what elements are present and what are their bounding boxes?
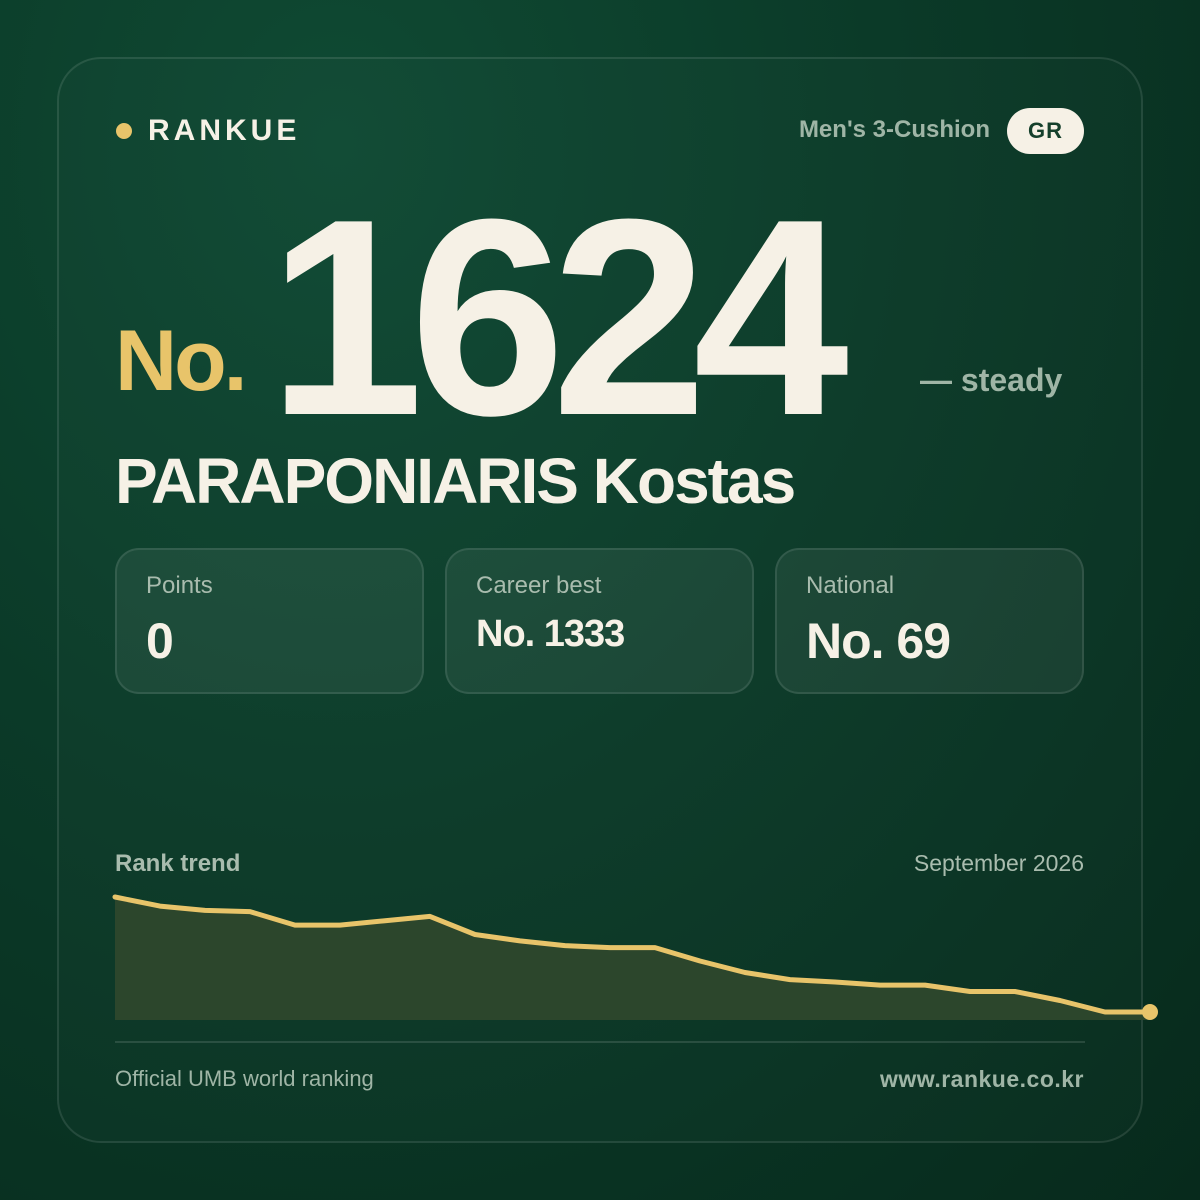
stat-card-points: Points 0 (115, 548, 424, 694)
rank-prefix: No. (115, 313, 248, 409)
country-badge: GR (1007, 108, 1084, 154)
stat-label: Points (146, 572, 213, 599)
footer-divider (115, 1041, 1085, 1043)
stat-label: National (806, 572, 895, 599)
trend-end-point (1142, 1004, 1158, 1020)
trend-label: Rank trend (115, 850, 241, 877)
brand-name: RANKUE (148, 114, 301, 147)
stat-value: 0 (146, 613, 174, 669)
category-label: Men's 3-Cushion (798, 116, 990, 143)
brand-dot-icon (116, 123, 132, 139)
stat-value: No. 69 (806, 613, 951, 669)
trend-date: September 2026 (913, 850, 1084, 876)
rank-trend-chart (112, 894, 1158, 1020)
player-name: PARAPONIARIS Kostas (115, 445, 796, 517)
brand-logo: RANKUE (116, 112, 300, 150)
footer-url: www.rankue.co.kr (880, 1066, 1084, 1092)
footer-source: Official UMB world ranking (115, 1066, 374, 1091)
stat-label: Career best (476, 572, 602, 599)
stat-value: No. 1333 (476, 613, 625, 655)
rank-change-label: — steady (920, 362, 1063, 398)
stat-card-career-best: Career best No. 1333 (445, 548, 754, 694)
current-rank: 1624 (268, 162, 849, 474)
stat-card-national: National No. 69 (775, 548, 1084, 694)
